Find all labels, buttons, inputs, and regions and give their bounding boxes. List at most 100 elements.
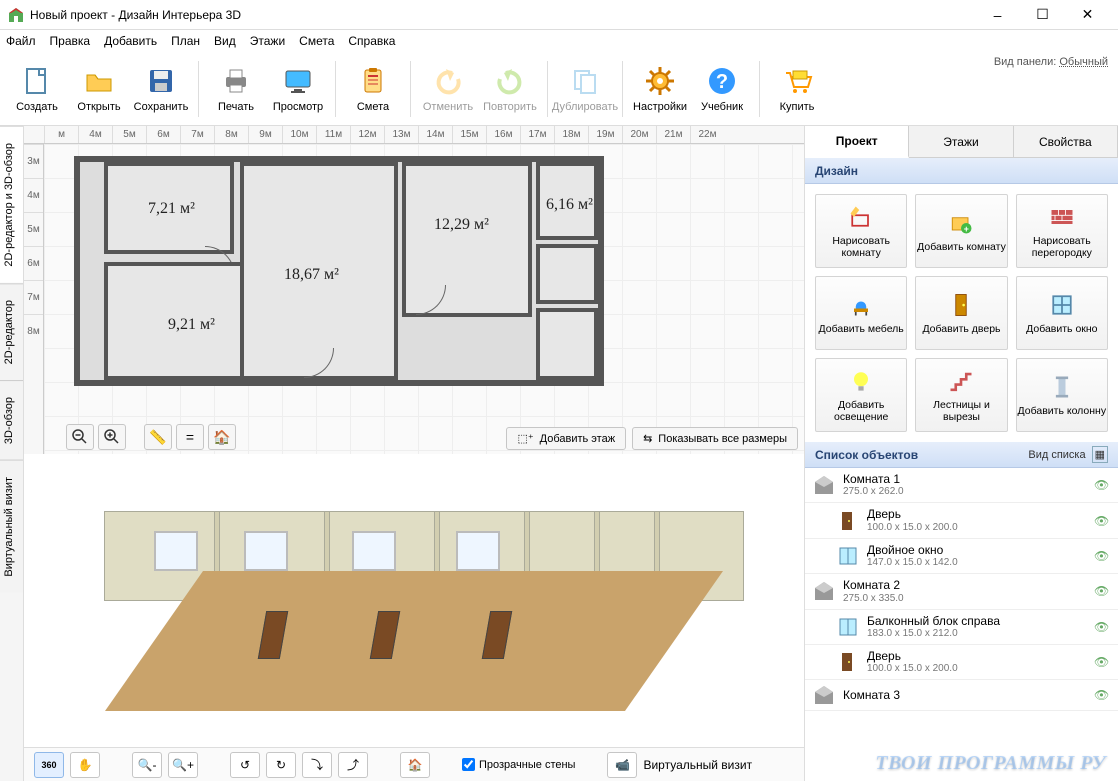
create-button[interactable]: Создать	[6, 60, 68, 118]
window-title: Новый проект - Дизайн Интерьера 3D	[30, 8, 975, 22]
show-dims-button[interactable]: ⇆Показывать все размеры	[632, 427, 798, 450]
menu-План[interactable]: План	[171, 34, 200, 48]
menu-Смета[interactable]: Смета	[299, 34, 334, 48]
visibility-icon[interactable]: 👁	[1094, 655, 1110, 669]
camera-button[interactable]: 📹	[607, 752, 637, 778]
list-view-toggle[interactable]: Вид списка	[1028, 449, 1085, 461]
room-5[interactable]: 6,16 м²	[536, 162, 598, 240]
visibility-icon[interactable]: 👁	[1094, 549, 1110, 563]
object-6[interactable]: Комната 3👁	[805, 680, 1118, 711]
window-icon	[1048, 291, 1076, 319]
visibility-icon[interactable]: 👁	[1094, 584, 1110, 598]
room-icon	[813, 474, 835, 496]
buy-button[interactable]: Купить	[766, 60, 828, 118]
zoom-in-3d-button[interactable]: 🔍+	[168, 752, 198, 778]
home-button[interactable]: 🏠	[208, 424, 236, 450]
measure-button[interactable]: 📏	[144, 424, 172, 450]
door-icon	[837, 510, 859, 532]
reset-view-button[interactable]: 🏠	[400, 752, 430, 778]
side-tab-0[interactable]: 2D-редактор и 3D-обзор	[0, 126, 23, 283]
stairs-button[interactable]: Лестницы и вырезы	[915, 358, 1007, 432]
object-1[interactable]: Дверь100.0 x 15.0 x 200.0👁	[805, 503, 1118, 538]
zoom-out-3d-button[interactable]: 🔍-	[132, 752, 162, 778]
rotate-right-button[interactable]: ↻	[266, 752, 296, 778]
object-list: Комната 1275.0 x 262.0👁Дверь100.0 x 15.0…	[805, 468, 1118, 781]
object-3[interactable]: Комната 2275.0 x 335.0👁	[805, 574, 1118, 609]
draw-wall-button[interactable]: Нарисовать перегородку	[1016, 194, 1108, 268]
pan-button[interactable]: ✋	[70, 752, 100, 778]
minimize-button[interactable]: –	[975, 0, 1020, 30]
zoom-in-button[interactable]	[98, 424, 126, 450]
zoom-out-button[interactable]	[66, 424, 94, 450]
visibility-icon[interactable]: 👁	[1094, 688, 1110, 702]
open-button[interactable]: Открыть	[68, 60, 130, 118]
plan-tools: 📏 = 🏠	[66, 424, 236, 450]
room-1[interactable]: 7,21 м²	[104, 162, 234, 254]
object-4[interactable]: Балконный блок справа183.0 x 15.0 x 212.…	[805, 610, 1118, 645]
visibility-icon[interactable]: 👁	[1094, 514, 1110, 528]
add-furniture-button[interactable]: Добавить мебель	[815, 276, 907, 350]
object-0[interactable]: Комната 1275.0 x 262.0👁	[805, 468, 1118, 503]
preview-button[interactable]: Просмотр	[267, 60, 329, 118]
menu-Правка[interactable]: Правка	[50, 34, 91, 48]
virtual-visit-label[interactable]: Виртуальный визит	[643, 758, 752, 772]
align-button[interactable]: =	[176, 424, 204, 450]
draw-room-button[interactable]: Нарисовать комнату	[815, 194, 907, 268]
rotate-360-button[interactable]: 360	[34, 752, 64, 778]
visibility-icon[interactable]: 👁	[1094, 620, 1110, 634]
menu-Вид[interactable]: Вид	[214, 34, 236, 48]
main-toolbar: СоздатьОткрытьСохранитьПечатьПросмотрСме…	[0, 52, 1118, 126]
printer-icon	[220, 65, 252, 97]
rotate-left-button[interactable]: ↺	[230, 752, 260, 778]
transparent-walls-checkbox[interactable]: Прозрачные стены	[462, 758, 575, 771]
add-light-button[interactable]: Добавить освещение	[815, 358, 907, 432]
visibility-icon[interactable]: 👁	[1094, 478, 1110, 492]
design-header: Дизайн	[805, 158, 1118, 184]
add-column-button[interactable]: Добавить колонну	[1016, 358, 1108, 432]
side-tab-3[interactable]: Виртуальный визит	[0, 460, 23, 593]
tilt-up-button[interactable]: ⤴	[338, 752, 368, 778]
menu-Файл[interactable]: Файл	[6, 34, 36, 48]
object-5[interactable]: Дверь100.0 x 15.0 x 200.0👁	[805, 645, 1118, 680]
list-view-icon[interactable]: ▦	[1092, 446, 1108, 463]
add-room-button[interactable]: +Добавить комнату	[915, 194, 1007, 268]
tilt-down-button[interactable]: ⤵	[302, 752, 332, 778]
gear-icon	[644, 65, 676, 97]
side-tab-1[interactable]: 2D-редактор	[0, 283, 23, 380]
view-3d[interactable]	[24, 454, 804, 747]
window-icon	[837, 545, 859, 567]
rp-tab-Этажи[interactable]: Этажи	[909, 126, 1013, 157]
close-button[interactable]: ✕	[1065, 0, 1110, 30]
help-icon: ?	[706, 65, 738, 97]
undo-button: Отменить	[417, 60, 479, 118]
dup-button: Дублировать	[554, 60, 616, 118]
help-button[interactable]: ?Учебник	[691, 60, 753, 118]
menu-Добавить[interactable]: Добавить	[104, 34, 157, 48]
bulb-icon	[847, 367, 875, 395]
ruler-horizontal: м4м5м6м7м8м9м10м11м12м13м14м15м16м17м18м…	[24, 126, 804, 144]
add-door-button[interactable]: Добавить дверь	[915, 276, 1007, 350]
add-room-icon: +	[947, 209, 975, 237]
room-3[interactable]: 12,29 м²	[402, 162, 532, 317]
side-tab-2[interactable]: 3D-обзор	[0, 380, 23, 460]
panel-mode-value[interactable]: Обычный	[1059, 56, 1108, 68]
ruler-vertical: 3м4м5м6м7м8м	[24, 144, 44, 454]
room-2[interactable]: 18,67 м²	[240, 162, 398, 380]
object-2[interactable]: Двойное окно147.0 x 15.0 x 142.0👁	[805, 539, 1118, 574]
maximize-button[interactable]: ☐	[1020, 0, 1065, 30]
save-button[interactable]: Сохранить	[130, 60, 192, 118]
pencil-room-icon	[847, 203, 875, 231]
menu-Этажи[interactable]: Этажи	[250, 34, 285, 48]
room-bath[interactable]	[536, 308, 598, 380]
view-tabs: 2D-редактор и 3D-обзор2D-редактор3D-обзо…	[0, 126, 24, 781]
print-button[interactable]: Печать	[205, 60, 267, 118]
add-floor-button[interactable]: ⬚⁺Добавить этаж	[506, 427, 626, 450]
add-window-button[interactable]: Добавить окно	[1016, 276, 1108, 350]
rp-tab-Свойства[interactable]: Свойства	[1014, 126, 1118, 157]
settings-button[interactable]: Настройки	[629, 60, 691, 118]
menu-Справка[interactable]: Справка	[348, 34, 395, 48]
floor-plan[interactable]: 7,21 м² 9,21 м² 18,67 м² 12,29 м² 6,16 м…	[44, 144, 804, 454]
room-wc[interactable]	[536, 244, 598, 304]
rp-tab-Проект[interactable]: Проект	[805, 126, 909, 158]
estimate-button[interactable]: Смета	[342, 60, 404, 118]
